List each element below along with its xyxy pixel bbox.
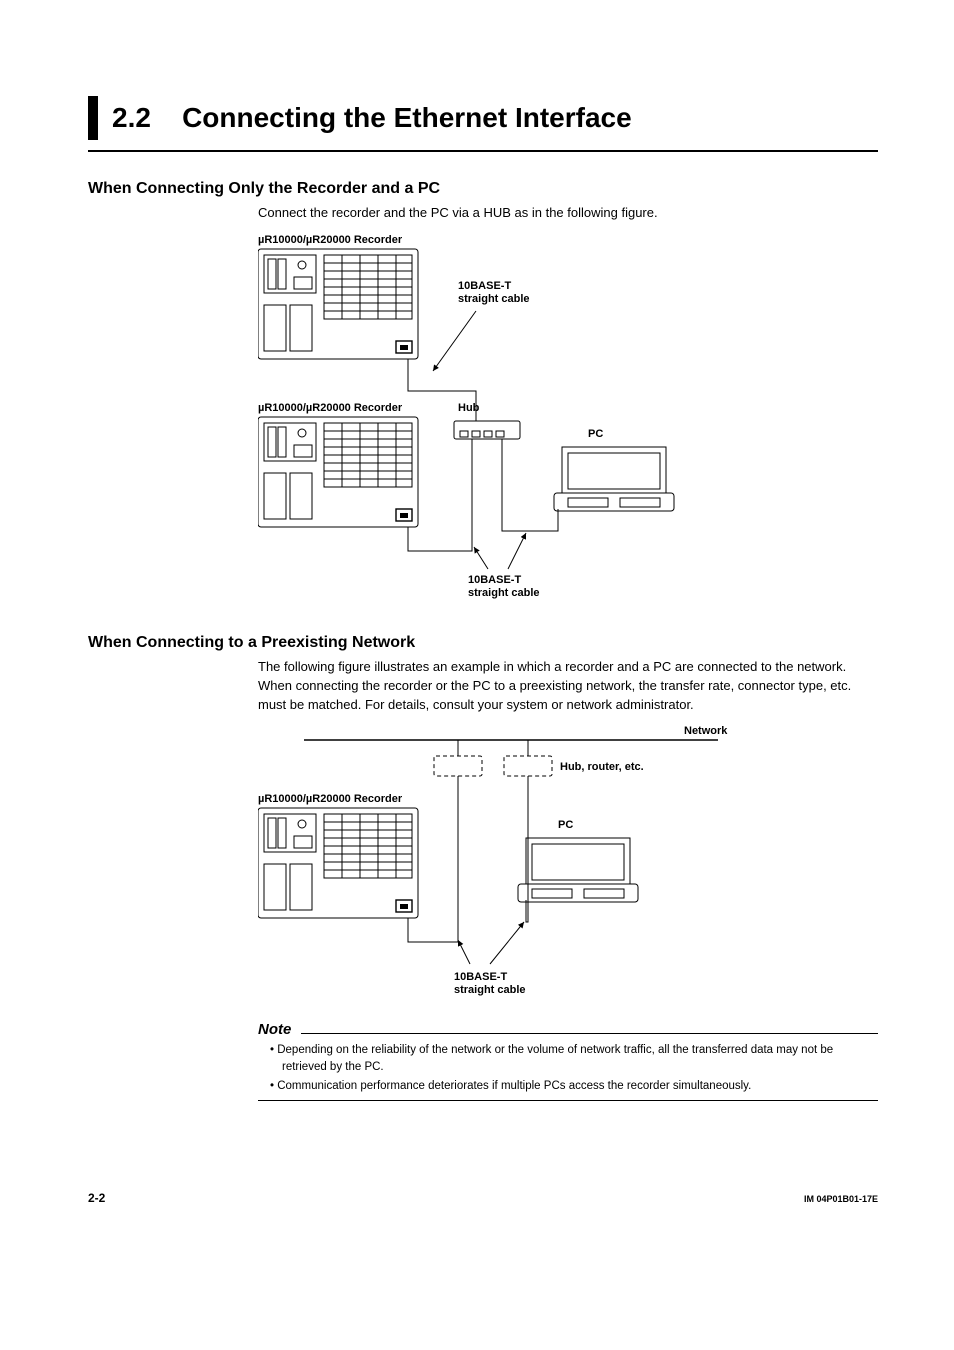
svg-text:straight cable: straight cable — [468, 587, 540, 599]
doc-id: IM 04P01B01-17E — [804, 1194, 878, 1204]
figure-1: µR10000/µR20000 Recorder — [258, 231, 878, 606]
svg-text:straight cable: straight cable — [454, 984, 526, 996]
page-footer: 2-2 IM 04P01B01-17E — [88, 1191, 878, 1205]
note-item-1: Depending on the reliability of the netw… — [270, 1042, 878, 1075]
title-number: 2.2 — [112, 102, 151, 133]
section2-paragraph: The following figure illustrates an exam… — [258, 658, 878, 715]
note-rule-bottom — [258, 1100, 878, 1101]
svg-text:µR10000/µR20000 Recorder: µR10000/µR20000 Recorder — [258, 793, 403, 805]
svg-text:10BASE-T: 10BASE-T — [458, 280, 511, 292]
note-rule-top — [301, 1033, 878, 1034]
svg-text:PC: PC — [588, 428, 603, 440]
page-number: 2-2 — [88, 1191, 105, 1205]
note-heading: Note — [258, 1021, 297, 1038]
note-list: Depending on the reliability of the netw… — [270, 1042, 878, 1094]
section1-heading: When Connecting Only the Recorder and a … — [88, 180, 878, 198]
figure-2: Network Hub, router, etc. µR10000/µR2000… — [258, 722, 878, 1007]
svg-text:Hub, router, etc.: Hub, router, etc. — [560, 761, 644, 773]
svg-text:Network: Network — [684, 725, 728, 737]
section2-heading: When Connecting to a Preexisting Network — [88, 634, 878, 652]
title-mark — [88, 96, 98, 140]
note-item-2: Communication performance deteriorates i… — [270, 1078, 878, 1095]
svg-text:10BASE-T: 10BASE-T — [468, 574, 521, 586]
svg-text:10BASE-T: 10BASE-T — [454, 971, 507, 983]
svg-text:µR10000/µR20000 Recorder: µR10000/µR20000 Recorder — [258, 234, 403, 246]
page-title: 2.2 Connecting the Ethernet Interface — [112, 96, 632, 140]
title-heading: Connecting the Ethernet Interface — [182, 102, 632, 133]
svg-text:straight cable: straight cable — [458, 293, 530, 305]
svg-text:PC: PC — [558, 819, 573, 831]
note-block: Note Depending on the reliability of the… — [258, 1021, 878, 1101]
svg-text:Hub: Hub — [458, 402, 480, 414]
section1-paragraph: Connect the recorder and the PC via a HU… — [258, 204, 878, 223]
page-title-block: 2.2 Connecting the Ethernet Interface — [88, 96, 878, 140]
title-rule — [88, 150, 878, 152]
svg-text:µR10000/µR20000 Recorder: µR10000/µR20000 Recorder — [258, 402, 403, 414]
